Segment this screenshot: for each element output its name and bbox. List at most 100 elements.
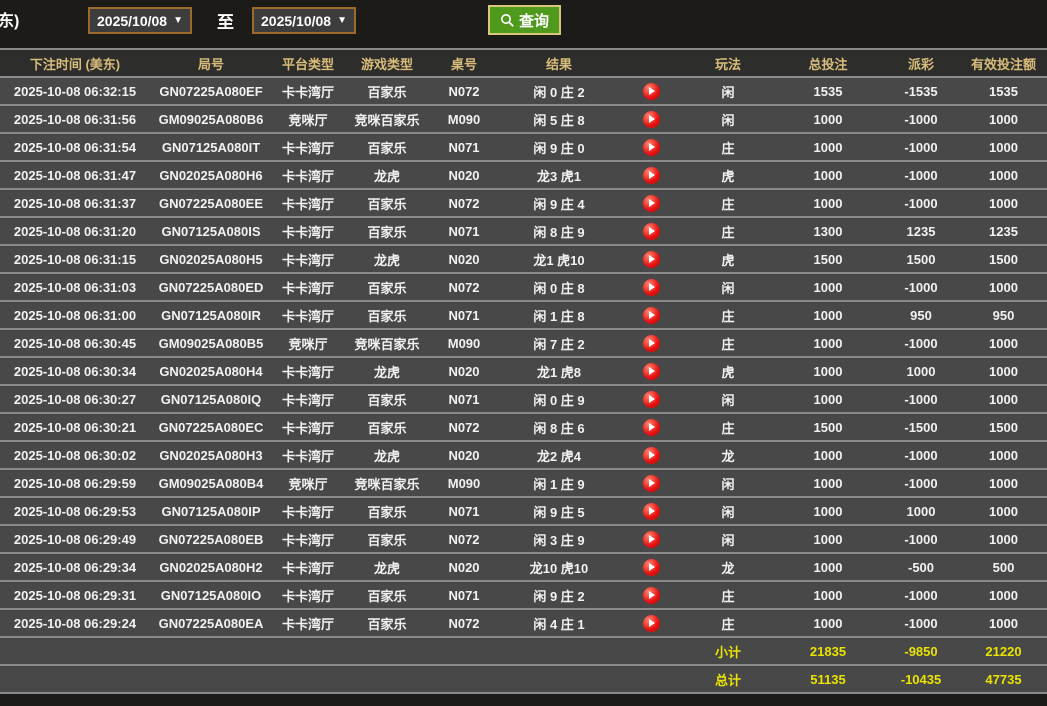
cell-bet-side: 庄 — [682, 300, 774, 329]
cell-table-no: N020 — [430, 160, 498, 189]
cell-platform-type: 卡卡湾厅 — [272, 272, 344, 301]
replay-play-button[interactable] — [642, 586, 660, 604]
cell-valid-bet: 1000 — [960, 160, 1047, 189]
cell-bet-side: 庄 — [682, 580, 774, 609]
cell-bet-side: 闲 — [682, 76, 774, 105]
cell-result: 闲 0 庄 2 — [498, 76, 620, 105]
cell-game-type: 竞咪百家乐 — [344, 104, 430, 133]
cell-result: 闲 8 庄 6 — [498, 412, 620, 441]
play-icon — [649, 115, 655, 124]
cell-valid-bet: 1000 — [960, 132, 1047, 161]
replay-play-button[interactable] — [642, 418, 660, 436]
total-total-bet: 51135 — [774, 664, 882, 693]
cell-platform-type: 卡卡湾厅 — [272, 76, 344, 105]
cell-game-type: 百家乐 — [344, 216, 430, 245]
total-valid-bet: 47735 — [960, 664, 1047, 693]
cell-valid-bet: 1000 — [960, 384, 1047, 413]
date-to-value: 2025/10/08 — [261, 12, 332, 29]
play-icon — [649, 199, 655, 208]
cell-table-no: N020 — [430, 552, 498, 581]
cell-result: 龙1 虎8 — [498, 356, 620, 385]
cell-table-no: N072 — [430, 412, 498, 441]
replay-play-button[interactable] — [642, 362, 660, 380]
replay-play-button[interactable] — [642, 474, 660, 492]
cell-replay — [620, 76, 682, 105]
cell-result: 龙1 虎10 — [498, 244, 620, 273]
cell-table-no: N072 — [430, 524, 498, 553]
table-row: 2025-10-08 06:31:03 GN07225A080ED 卡卡湾厅 百家乐 N… — [0, 272, 1047, 301]
cell-replay — [620, 412, 682, 441]
cell-game-type: 百家乐 — [344, 580, 430, 609]
replay-play-button[interactable] — [642, 250, 660, 268]
cell-replay — [620, 580, 682, 609]
replay-play-button[interactable] — [642, 278, 660, 296]
cell-table-no: N072 — [430, 608, 498, 637]
replay-play-button[interactable] — [642, 194, 660, 212]
cell-replay — [620, 524, 682, 553]
cell-bet-time: 2025-10-08 06:29:34 — [0, 552, 150, 581]
cell-bet-side: 闲 — [682, 384, 774, 413]
replay-play-button[interactable] — [642, 138, 660, 156]
cell-total-bet: 1000 — [774, 608, 882, 637]
subtotal-spacer — [0, 636, 682, 665]
table-body: 2025-10-08 06:32:15 GN07225A080EF 卡卡湾厅 百家乐 N… — [0, 76, 1047, 637]
total-spacer — [0, 664, 682, 693]
replay-play-button[interactable] — [642, 530, 660, 548]
play-icon — [649, 479, 655, 488]
table-row: 2025-10-08 06:31:20 GN07125A080IS 卡卡湾厅 百家乐 N… — [0, 216, 1047, 245]
date-to-select[interactable]: 2025/10/08 ▼ — [252, 7, 356, 34]
table-row: 2025-10-08 06:30:27 GN07125A080IQ 卡卡湾厅 百家乐 N… — [0, 384, 1047, 413]
replay-play-button[interactable] — [642, 166, 660, 184]
cell-total-bet: 1000 — [774, 300, 882, 329]
cell-valid-bet: 1000 — [960, 468, 1047, 497]
cell-bet-time: 2025-10-08 06:29:31 — [0, 580, 150, 609]
cell-bet-time: 2025-10-08 06:29:53 — [0, 496, 150, 525]
replay-play-button[interactable] — [642, 222, 660, 240]
play-icon — [649, 255, 655, 264]
col-bet-side: 玩法 — [682, 48, 774, 77]
replay-play-button[interactable] — [642, 334, 660, 352]
table-row: 2025-10-08 06:29:53 GN07125A080IP 卡卡湾厅 百家乐 N… — [0, 496, 1047, 525]
replay-play-button[interactable] — [642, 614, 660, 632]
cell-payout: -1000 — [882, 160, 960, 189]
cell-table-no: N072 — [430, 272, 498, 301]
replay-play-button[interactable] — [642, 558, 660, 576]
cell-replay — [620, 496, 682, 525]
cell-bet-side: 庄 — [682, 188, 774, 217]
col-replay — [620, 48, 682, 77]
table-row: 2025-10-08 06:29:24 GN07225A080EA 卡卡湾厅 百家乐 N… — [0, 608, 1047, 637]
cell-bet-side: 虎 — [682, 160, 774, 189]
replay-play-button[interactable] — [642, 82, 660, 100]
cell-bet-time: 2025-10-08 06:30:34 — [0, 356, 150, 385]
cell-replay — [620, 272, 682, 301]
cell-bet-time: 2025-10-08 06:29:49 — [0, 524, 150, 553]
col-table-no: 桌号 — [430, 48, 498, 77]
replay-play-button[interactable] — [642, 446, 660, 464]
date-from-select[interactable]: 2025/10/08 ▼ — [88, 7, 192, 34]
replay-play-button[interactable] — [642, 390, 660, 408]
table-header-row: 下注时间 (美东) 局号 平台类型 游戏类型 桌号 结果 玩法 总投注 派彩 有… — [0, 48, 1047, 77]
dropdown-arrow-icon: ▼ — [337, 14, 347, 26]
cell-total-bet: 1000 — [774, 524, 882, 553]
cell-valid-bet: 1000 — [960, 356, 1047, 385]
play-icon — [649, 591, 655, 600]
cell-game-no: GN07125A080IO — [150, 580, 272, 609]
play-icon — [649, 535, 655, 544]
replay-play-button[interactable] — [642, 110, 660, 128]
cell-bet-side: 闲 — [682, 524, 774, 553]
replay-play-button[interactable] — [642, 502, 660, 520]
cell-table-no: N072 — [430, 76, 498, 105]
cell-platform-type: 卡卡湾厅 — [272, 552, 344, 581]
cell-platform-type: 卡卡湾厅 — [272, 356, 344, 385]
cell-payout: -1000 — [882, 272, 960, 301]
cell-platform-type: 卡卡湾厅 — [272, 608, 344, 637]
cell-platform-type: 卡卡湾厅 — [272, 160, 344, 189]
search-button[interactable]: 查询 — [488, 5, 562, 35]
cell-valid-bet: 1000 — [960, 524, 1047, 553]
cell-valid-bet: 1000 — [960, 496, 1047, 525]
replay-play-button[interactable] — [642, 306, 660, 324]
cell-bet-time: 2025-10-08 06:31:47 — [0, 160, 150, 189]
cell-replay — [620, 216, 682, 245]
subtotal-valid-bet: 21220 — [960, 636, 1047, 665]
cell-replay — [620, 104, 682, 133]
